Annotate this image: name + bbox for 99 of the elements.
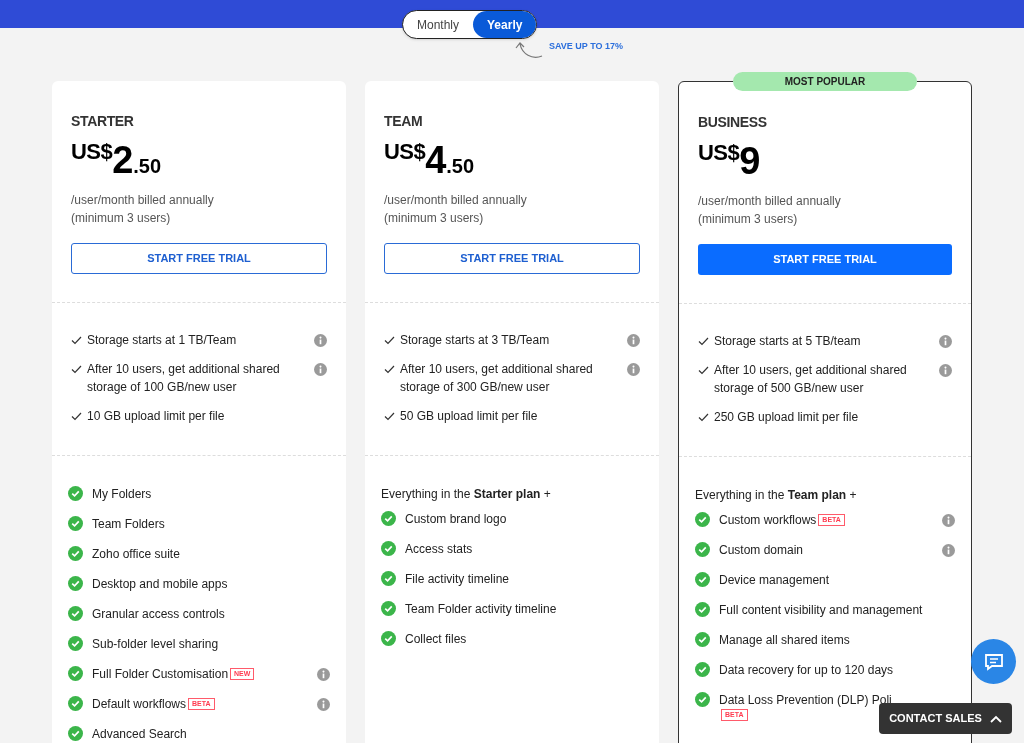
- start-trial-button[interactable]: START FREE TRIAL: [698, 244, 952, 275]
- info-icon[interactable]: [942, 514, 955, 527]
- feature-item: Default workflows: [92, 696, 187, 713]
- storage-feature: After 10 users, get additional shared storage of 300 GB/new user: [400, 361, 594, 396]
- feature-item: Team Folders: [92, 516, 165, 533]
- storage-feature: 50 GB upload limit per file: [400, 408, 539, 425]
- curved-arrow-icon: [514, 40, 544, 60]
- price: 4: [425, 141, 447, 179]
- billing-note: (minimum 3 users): [384, 210, 485, 227]
- storage-feature: 250 GB upload limit per file: [714, 409, 860, 426]
- feature-item: Custom domain: [719, 542, 804, 559]
- feature-item: Full content visibility and management: [719, 602, 923, 619]
- storage-feature: After 10 users, get additional shared storage of 500 GB/new user: [714, 362, 908, 397]
- check-circle-icon: [695, 602, 710, 617]
- currency: US$: [71, 138, 113, 164]
- billing-note: (minimum 3 users): [698, 211, 799, 228]
- check-circle-icon: [68, 516, 83, 531]
- billing-note: /user/month billed annually: [698, 193, 842, 210]
- info-icon[interactable]: [942, 544, 955, 557]
- check-icon: [698, 413, 709, 422]
- feature-item: Desktop and mobile apps: [92, 576, 228, 593]
- info-icon[interactable]: [939, 364, 952, 377]
- feature-item: Data recovery for up to 120 days: [719, 662, 894, 679]
- price: 2: [112, 141, 134, 179]
- check-circle-icon: [68, 576, 83, 591]
- storage-feature: Storage starts at 1 TB/Team: [87, 332, 238, 349]
- chat-button[interactable]: [971, 639, 1016, 684]
- chat-icon: [983, 652, 1004, 671]
- currency: US$: [384, 138, 426, 164]
- check-circle-icon: [68, 606, 83, 621]
- check-circle-icon: [381, 601, 396, 616]
- check-circle-icon: [68, 666, 83, 681]
- check-circle-icon: [68, 696, 83, 711]
- check-circle-icon: [695, 692, 710, 707]
- start-trial-button[interactable]: START FREE TRIAL: [71, 243, 327, 274]
- check-icon: [698, 366, 709, 375]
- check-icon: [384, 412, 395, 421]
- plan-name: TEAM: [384, 112, 424, 131]
- info-icon[interactable]: [317, 698, 330, 711]
- info-icon[interactable]: [627, 363, 640, 376]
- storage-feature: Storage starts at 3 TB/Team: [400, 332, 551, 349]
- check-circle-icon: [695, 542, 710, 557]
- check-circle-icon: [695, 572, 710, 587]
- feature-item: Granular access controls: [92, 606, 225, 623]
- plan-name: BUSINESS: [698, 113, 768, 132]
- check-circle-icon: [381, 571, 396, 586]
- popular-badge: MOST POPULAR: [733, 72, 917, 91]
- info-icon[interactable]: [317, 668, 330, 681]
- feature-item: Full Folder Customisation: [92, 666, 229, 683]
- price-cents: .50: [133, 154, 162, 178]
- check-circle-icon: [695, 662, 710, 677]
- storage-feature: Storage starts at 5 TB/team: [714, 333, 862, 350]
- check-icon: [384, 336, 395, 345]
- check-icon: [71, 336, 82, 345]
- check-icon: [71, 365, 82, 374]
- check-circle-icon: [381, 511, 396, 526]
- info-icon[interactable]: [314, 363, 327, 376]
- check-icon: [71, 412, 82, 421]
- check-circle-icon: [68, 486, 83, 501]
- check-circle-icon: [695, 632, 710, 647]
- info-icon[interactable]: [314, 334, 327, 347]
- storage-feature: 10 GB upload limit per file: [87, 408, 226, 425]
- billing-note: (minimum 3 users): [71, 210, 172, 227]
- billing-note: /user/month billed annually: [384, 192, 528, 209]
- check-circle-icon: [381, 631, 396, 646]
- feature-item: Advanced Search: [92, 726, 187, 743]
- feature-item: Collect files: [405, 631, 467, 648]
- plan-name: STARTER: [71, 112, 135, 131]
- feature-item: File activity timeline: [405, 571, 510, 588]
- feature-item: Zoho office suite: [92, 546, 180, 563]
- price-cents: .50: [446, 155, 475, 178]
- contact-sales-button[interactable]: CONTACT SALES: [879, 703, 1012, 734]
- billing-tab[interactable]: Monthly: [403, 11, 474, 38]
- check-icon: [698, 337, 709, 346]
- billing-tab[interactable]: Yearly: [473, 11, 537, 38]
- feature-item: Custom brand logo: [405, 511, 507, 528]
- save-note: SAVE UP TO 17%: [549, 40, 624, 53]
- check-circle-icon: [68, 546, 83, 561]
- feature-item: Sub-folder level sharing: [92, 636, 219, 653]
- feature-item: My Folders: [92, 486, 152, 503]
- info-icon[interactable]: [627, 334, 640, 347]
- plan-intro: Everything in the Starter plan +: [381, 486, 552, 503]
- feature-item: Custom workflows: [719, 512, 817, 529]
- chevron-up-icon: [989, 714, 1002, 723]
- start-trial-button[interactable]: START FREE TRIAL: [384, 243, 640, 274]
- check-circle-icon: [695, 512, 710, 527]
- check-icon: [384, 365, 395, 374]
- plan-intro: Everything in the Team plan +: [695, 487, 858, 504]
- currency: US$: [698, 139, 740, 165]
- info-icon[interactable]: [939, 335, 952, 348]
- storage-feature: After 10 users, get additional shared storage of 100 GB/new user: [87, 361, 281, 396]
- feature-item: Manage all shared items: [719, 632, 850, 649]
- feature-item: Device management: [719, 572, 830, 589]
- check-circle-icon: [68, 636, 83, 651]
- feature-item: Team Folder activity timeline: [405, 601, 557, 618]
- feature-item: Access stats: [405, 541, 473, 558]
- billing-note: /user/month billed annually: [71, 192, 215, 209]
- check-circle-icon: [381, 541, 396, 556]
- price: 9: [739, 142, 761, 180]
